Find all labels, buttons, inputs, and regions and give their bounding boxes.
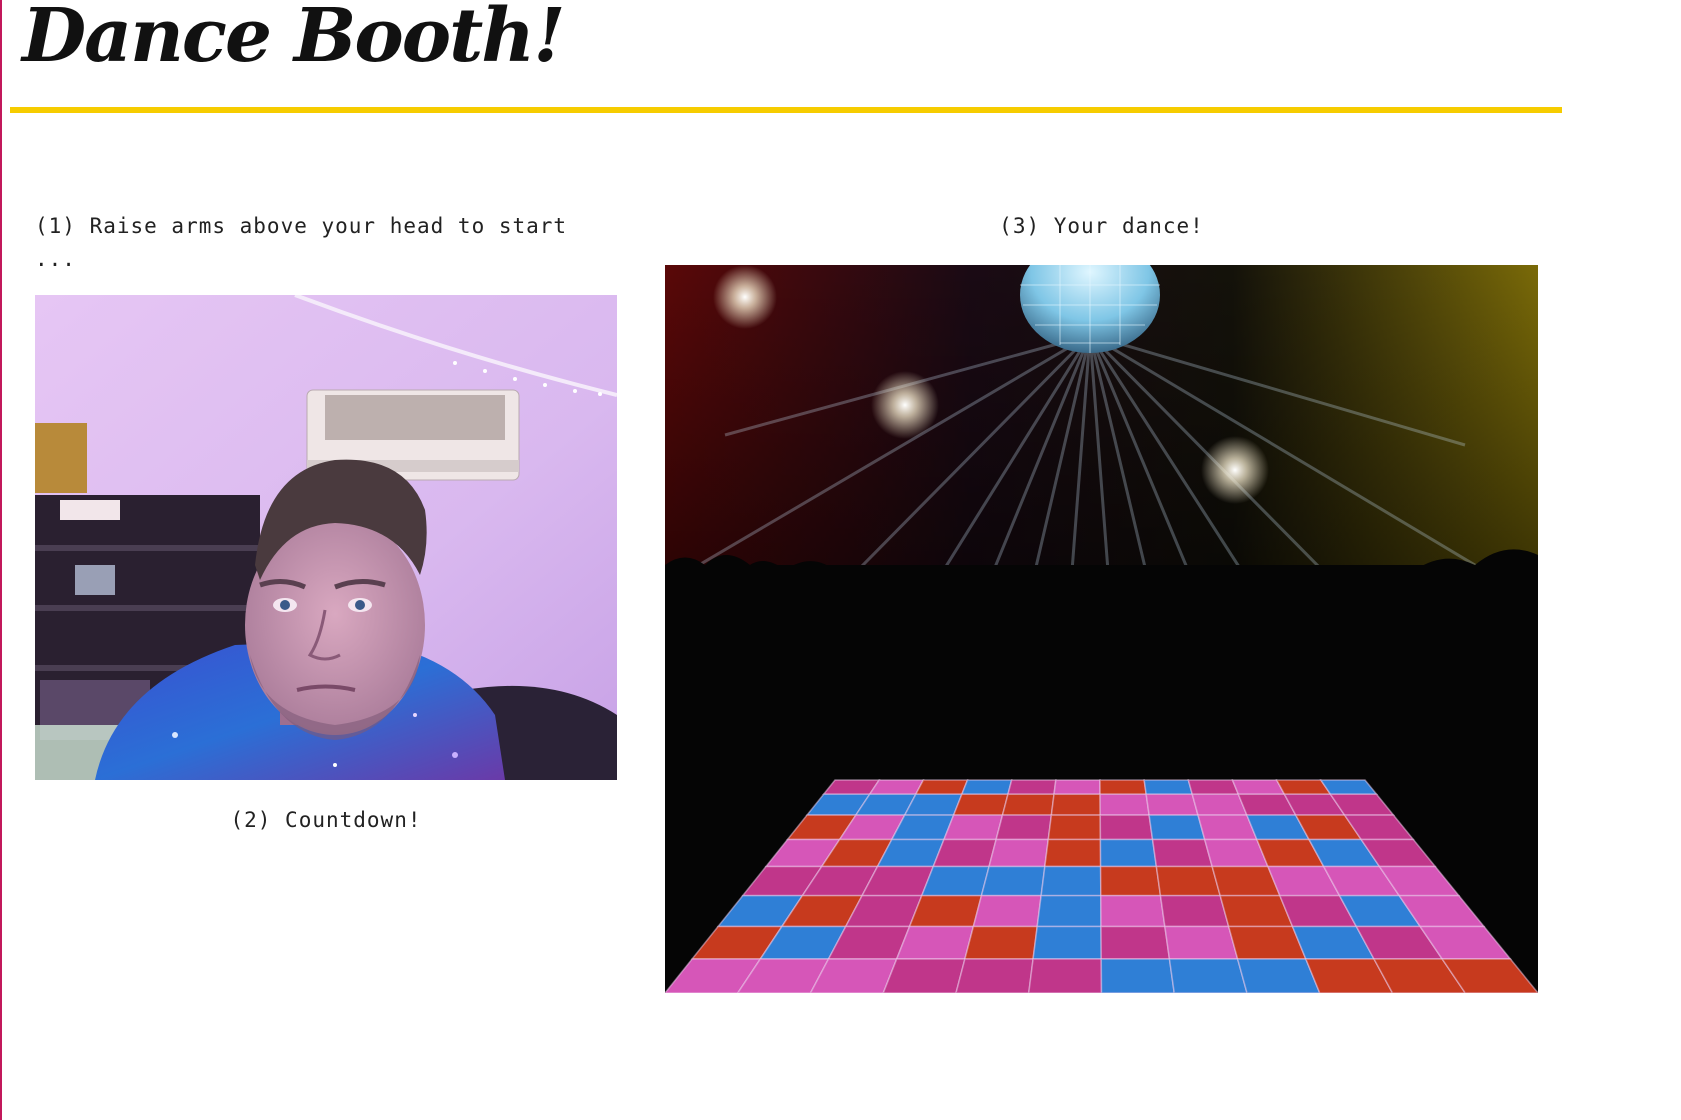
floor-tile [1100,925,1171,960]
floor-tile [1164,925,1239,960]
step-2-label: (2) Countdown! [230,808,422,832]
floor-tile [1099,838,1158,868]
floor-tile [1231,779,1286,796]
floor-tile [1027,958,1103,993]
floor-tile [914,779,969,796]
floor-tile [1006,779,1057,796]
page-title: Dance Booth! [22,0,566,79]
floor-tile [1191,793,1249,816]
floor-tile [1159,894,1230,928]
floor-tile [908,894,983,928]
step-1-instruction: (1) Raise arms above your head to start … [35,210,617,276]
webcam-section: (1) Raise arms above your head to start … [35,210,617,832]
dance-section: (3) Your dance! [665,210,1538,993]
floor-tile [952,793,1009,816]
floor-tile [1187,779,1240,796]
floor-tile [1099,793,1150,816]
webcam-image [35,295,617,780]
step-3-label: (3) Your dance! [999,214,1204,238]
floor-tile [903,793,963,816]
floor-tile [1053,779,1101,796]
dance-preview [665,265,1538,993]
floor-tile [932,838,998,868]
floor-tile [1032,925,1103,960]
floor-tile [920,865,991,897]
floor-tile [1100,958,1176,993]
floor-tile [1168,958,1248,993]
floor-tile [1001,793,1055,816]
floor-tile [1151,838,1214,868]
floor-tile [1099,814,1154,841]
floor-tile [1040,865,1102,897]
floor-tile [1148,814,1206,841]
floor-tile [963,925,1039,960]
floor-tile [895,925,975,960]
floor-tile [1155,865,1222,897]
floor-tile [1036,894,1102,928]
floor-tile [882,958,966,993]
floor-tile [1100,894,1166,928]
floor-tile [1043,838,1102,868]
floor-tile [868,779,925,796]
floor-tile [1050,793,1102,816]
floor-tile [1143,779,1194,796]
floor-tile [1145,793,1199,816]
floor-tile [1099,779,1148,796]
floor-tile [980,865,1046,897]
webcam-preview [35,295,617,780]
title-divider [10,107,1562,113]
floor-tile [995,814,1053,841]
floor-tile [960,779,1013,796]
left-edge-accent [0,0,2,1120]
floor-tile [988,838,1050,868]
floor-tile [1047,814,1102,841]
step-1-status: ... [35,247,76,271]
step-1-label: (1) Raise arms above your head to start [35,214,568,238]
floor-tile [972,894,1042,928]
disco-scene-image [665,265,1538,993]
floor-tile [955,958,1034,993]
floor-tile [942,814,1004,841]
floor-tile [1099,865,1162,897]
